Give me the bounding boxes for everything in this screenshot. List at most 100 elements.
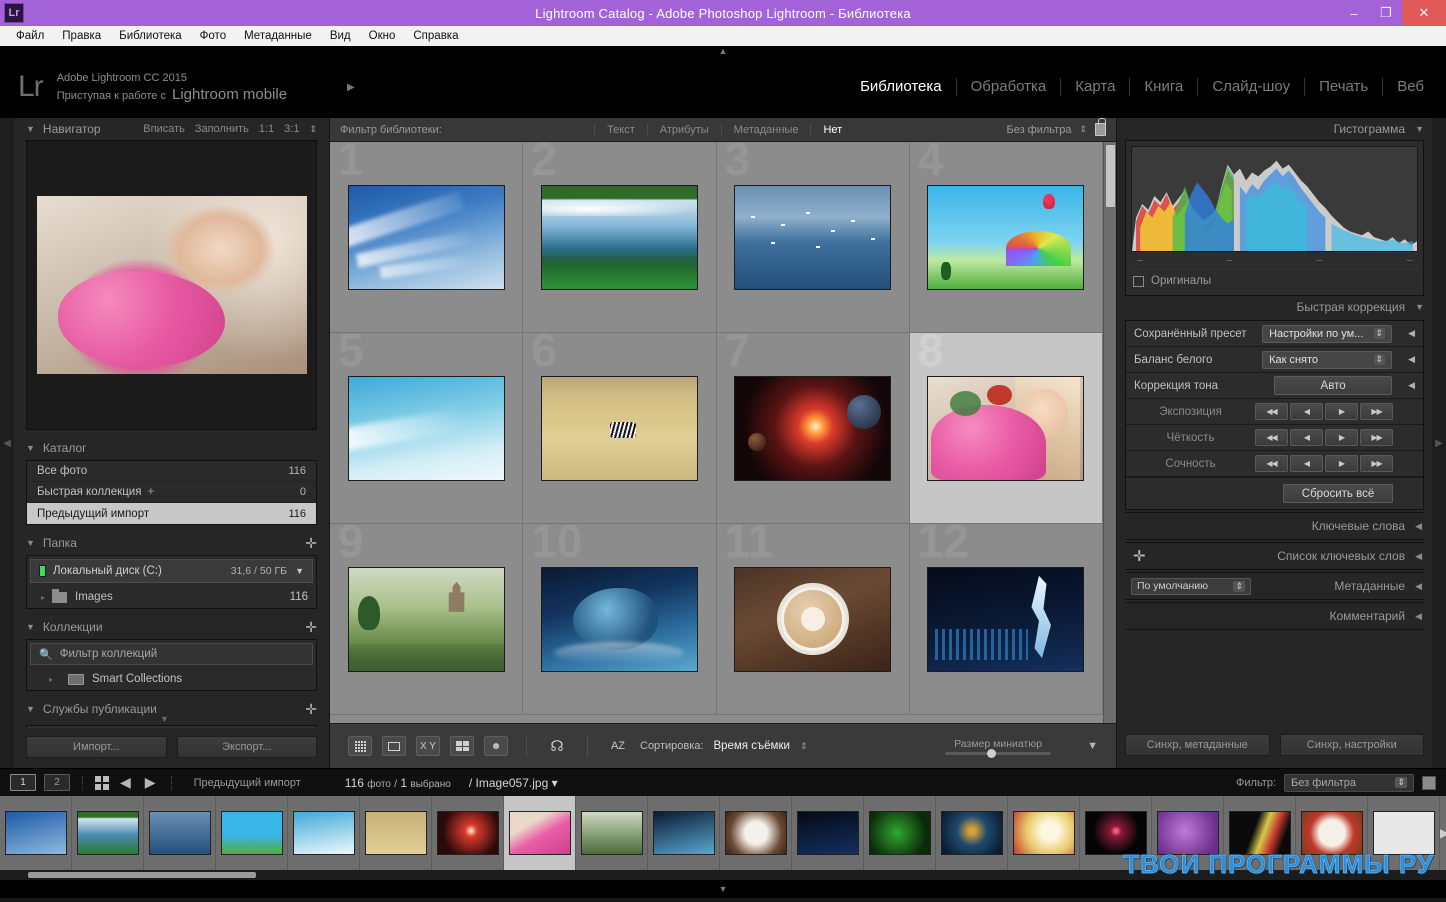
filmstrip-item[interactable] [936,796,1008,870]
module-library[interactable]: Библиотека [846,78,957,96]
comments-panel-header[interactable]: Комментарий ◀ [1125,602,1424,630]
grid-cell[interactable]: 7 [716,327,910,524]
zoom-spinner-icon[interactable]: ⇕ [309,124,317,135]
grid-cell[interactable]: 12 [909,518,1103,715]
menu-library[interactable]: Библиотека [111,28,190,44]
filter-tab-attributes[interactable]: Атрибуты [646,123,721,136]
metadata-panel-header[interactable]: По умолчанию ⇕ Метаданные ◀ [1125,572,1424,600]
quick-collection-plus-icon[interactable]: + [147,486,154,498]
grid-cell[interactable]: 9 [330,518,524,715]
menu-photo[interactable]: Фото [192,28,234,44]
filename-caret-icon[interactable]: ▾ [552,776,558,790]
grid-view-icon[interactable] [348,736,372,756]
zoom-fit[interactable]: Вписать [143,123,185,135]
forward-arrow-icon[interactable]: ▶ [142,774,159,791]
exposure-increase-small[interactable]: ▶ [1324,403,1358,420]
menu-edit[interactable]: Правка [54,28,109,44]
survey-view-icon[interactable] [450,736,474,756]
vibrance-increase-small[interactable]: ▶ [1324,455,1358,472]
module-map[interactable]: Карта [1061,78,1131,96]
exposure-decrease-large[interactable]: ◀◀ [1254,403,1288,420]
zoom-1-1[interactable]: 1:1 [259,123,274,135]
add-keyword-plus-icon[interactable]: ✛ [1127,547,1146,565]
export-button[interactable]: Экспорт... [176,736,317,758]
grid-cell[interactable]: 11 [716,518,910,715]
zoom-fill[interactable]: Заполнить [195,123,249,135]
thumbnail-size-slider[interactable]: Размер миниатюр [945,738,1052,758]
menu-metadata[interactable]: Метаданные [236,28,320,44]
sort-az-icon[interactable]: A​Z [606,736,630,756]
add-folder-plus-icon[interactable]: ✛ [305,536,317,550]
filmstrip-item[interactable] [72,796,144,870]
grid-scrollbar-thumb[interactable] [1106,145,1115,207]
originals-checkbox-row[interactable]: Оригиналы [1131,269,1418,290]
clarity-decrease-large[interactable]: ◀◀ [1255,429,1288,446]
top-panel-toggle[interactable]: ▲ [0,46,1446,56]
second-window-button[interactable]: 2 [44,774,70,791]
collections-header[interactable]: ▼ Коллекции ✛ [26,615,317,639]
folder-drive-row[interactable]: Локальный диск (C:) 31,6 / 50 ГБ ▼ [30,559,313,583]
grid-cell-selected[interactable]: 8 [909,327,1103,524]
thumbnail-size-track[interactable] [945,748,1052,758]
clarity-increase-large[interactable]: ▶▶ [1360,429,1393,446]
folders-header[interactable]: ▼ Папка ✛ [26,531,317,555]
vibrance-increase-large[interactable]: ▶▶ [1359,455,1393,472]
module-slideshow[interactable]: Слайд-шоу [1198,78,1306,96]
grid-cell[interactable]: 2 [523,142,717,333]
triangle-left-icon[interactable]: ◀ [1408,354,1415,365]
back-arrow-icon[interactable]: ◀ [117,774,134,791]
filmstrip-item[interactable] [144,796,216,870]
grid-cell[interactable]: 4 [909,142,1103,333]
grid-cell[interactable]: 10 [523,518,717,715]
menu-file[interactable]: Файл [8,28,52,44]
filmstrip-item[interactable] [360,796,432,870]
grid-icon[interactable] [95,775,109,790]
keyword-list-panel-header[interactable]: ✛ Список ключевых слов ◀ [1125,542,1424,570]
maximize-button[interactable]: ❐ [1370,0,1402,26]
grid-cell[interactable]: 3 [716,142,910,333]
bottom-panel-toggle[interactable]: ▼ [0,880,1446,898]
filter-tab-none[interactable]: Нет [810,123,854,136]
minimize-button[interactable]: – [1338,0,1370,26]
navigator-header[interactable]: ▼ Навигатор Вписать Заполнить 1:1 3:1 ⇕ [26,118,317,140]
filter-tab-metadata[interactable]: Метаданные [720,123,811,136]
filmstrip-item[interactable] [0,796,72,870]
left-panel-resize-handle[interactable]: ▼ [160,714,169,724]
loupe-view-icon[interactable] [382,736,406,756]
menu-view[interactable]: Вид [322,28,359,44]
module-web[interactable]: Веб [1383,78,1428,96]
saved-preset-select[interactable]: Настройки по ум... ⇕ [1262,324,1393,343]
filmstrip-item[interactable] [864,796,936,870]
filmstrip-scrollbar-thumb[interactable] [28,872,256,878]
catalog-item-previous-import[interactable]: Предыдущий импорт 116 [27,503,316,524]
filmstrip-filter-select[interactable]: Без фильтра ⇕ [1284,773,1414,792]
sort-value[interactable]: Время съёмки [713,740,790,752]
filmstrip-layout-toggle[interactable] [1422,775,1436,790]
identity-plate[interactable]: Adobe Lightroom CC 2015 Приступая к рабо… [57,72,287,103]
lock-icon[interactable] [1095,118,1106,136]
white-balance-select[interactable]: Как снято ⇕ [1262,350,1393,369]
exposure-decrease-small[interactable]: ◀ [1289,403,1323,420]
spray-can-icon[interactable]: ☊ [545,736,569,756]
triangle-right-icon[interactable]: ▸ [49,675,53,684]
keywording-panel-header[interactable]: Ключевые слова ◀ [1125,512,1424,540]
reset-all-button[interactable]: Сбросить всё [1283,484,1393,503]
filmstrip-item[interactable] [1008,796,1080,870]
grid-scrollbar[interactable] [1103,142,1116,723]
right-panel-collapse-strip[interactable]: ▶ [1432,118,1446,768]
originals-checkbox[interactable] [1133,275,1144,287]
triangle-right-icon[interactable]: ▸ [41,593,45,602]
auto-tone-button[interactable]: Авто [1274,376,1393,395]
triangle-left-icon[interactable]: ◀ [1408,380,1415,391]
filter-preset-value[interactable]: Без фильтра [1007,124,1072,136]
sync-metadata-button[interactable]: Синхр, метаданные [1125,734,1270,756]
grid-cell[interactable]: 6 [523,327,717,524]
menu-help[interactable]: Справка [405,28,466,44]
histogram-header[interactable]: Гистограмма ▼ [1125,118,1424,140]
filmstrip-item[interactable] [648,796,720,870]
add-publish-service-plus-icon[interactable]: ✛ [305,702,317,716]
add-collection-plus-icon[interactable]: ✛ [305,620,317,634]
import-button[interactable]: Импорт... [26,736,167,758]
collection-item-smart-collections[interactable]: ▸ Smart Collections [27,668,316,690]
collection-filter-input[interactable]: 🔍 Фильтр коллекций [30,643,313,665]
